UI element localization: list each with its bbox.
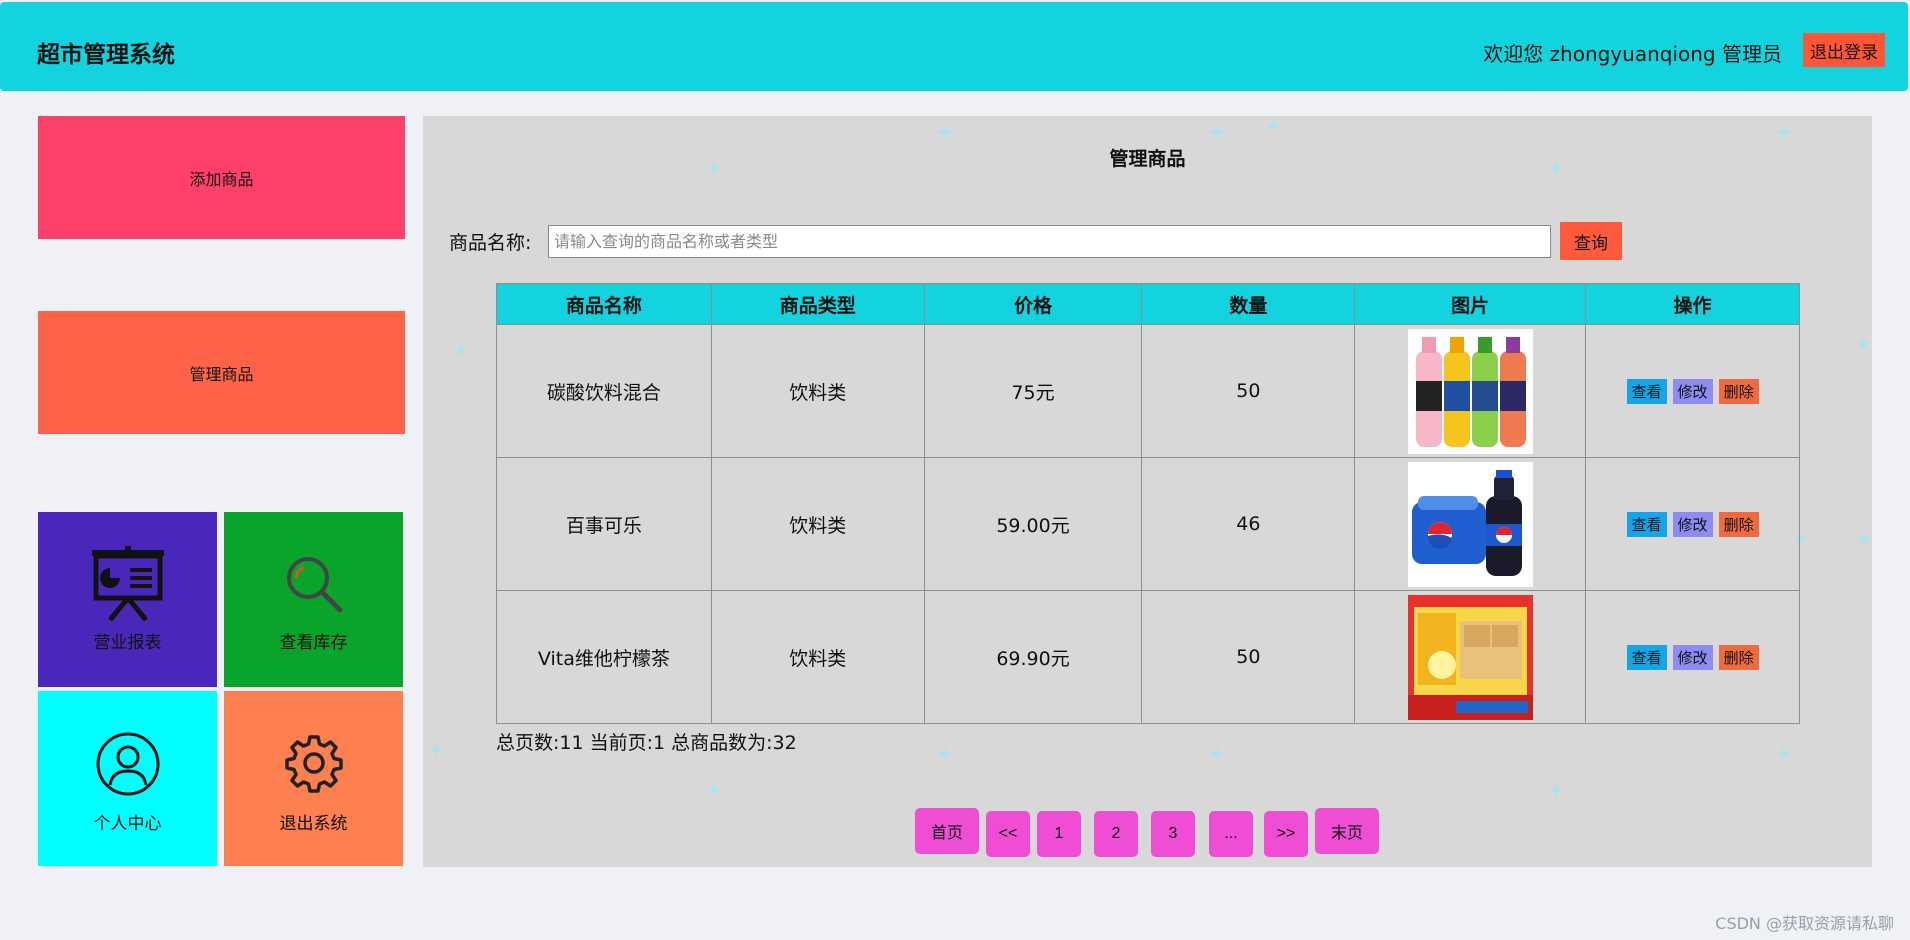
column-header-actions: 操作 (1585, 283, 1800, 325)
view-button[interactable]: 查看 (1626, 644, 1667, 670)
sales-report-label: 营业报表 (93, 633, 162, 653)
user-icon (96, 732, 159, 796)
sparkle-decoration: ✦ (1548, 778, 1565, 802)
edit-button[interactable]: 修改 (1672, 378, 1713, 404)
vita-lemon-tea-image (1407, 594, 1533, 720)
search-label: 商品名称: (449, 232, 532, 254)
juice-bottles-image (1407, 328, 1533, 454)
cell-quantity: 46 (1141, 457, 1356, 591)
personal-center-label: 个人中心 (93, 814, 162, 834)
sparkle-decoration: ✦ (1208, 742, 1225, 766)
main-panel: ✦ ✦ ✦ ✦ ✦ ✦ ✦ ✦ ✦ ✦ ✦ ✦ ✦ ✦ ✦ ✦ 管理商品 商品名… (423, 116, 1872, 867)
edit-button[interactable]: 修改 (1672, 644, 1713, 670)
view-stock-label: 查看库存 (279, 633, 348, 653)
watermark-text: CSDN @获取资源请私聊 (1715, 914, 1894, 933)
cell-quantity: 50 (1141, 324, 1356, 458)
cell-actions: 查看 修改 删除 (1585, 324, 1800, 458)
page-title: 管理商品 (1109, 148, 1186, 170)
add-goods-button[interactable]: 添加商品 (38, 116, 405, 239)
view-stock-tile[interactable]: 查看库存 (224, 512, 403, 687)
cell-actions: 查看 修改 删除 (1585, 590, 1800, 724)
welcome-text: 欢迎您 zhongyuanqiong 管理员 (1483, 42, 1782, 66)
page-3-button[interactable]: 3 (1151, 811, 1195, 857)
sparkle-decoration: ✦ (936, 742, 953, 766)
column-header-type: 商品类型 (710, 283, 925, 325)
magnifier-icon (286, 557, 342, 613)
view-button[interactable]: 查看 (1626, 378, 1667, 404)
column-header-quantity: 数量 (1141, 283, 1356, 325)
cell-name: 百事可乐 (496, 457, 712, 591)
delete-button[interactable]: 删除 (1718, 644, 1759, 670)
sparkle-decoration: ✦ (428, 738, 445, 762)
delete-button[interactable]: 删除 (1718, 511, 1759, 537)
column-header-name: 商品名称 (496, 283, 712, 325)
gear-icon (284, 735, 343, 793)
exit-system-tile[interactable]: 退出系统 (224, 691, 403, 866)
column-header-price: 价格 (923, 283, 1143, 325)
cell-actions: 查看 修改 删除 (1585, 457, 1800, 591)
cell-quantity: 50 (1141, 590, 1356, 724)
cell-name: Vita维他柠檬茶 (496, 590, 712, 724)
cell-type: 饮料类 (710, 590, 925, 724)
page-ellipsis-button[interactable]: ... (1209, 811, 1253, 857)
sparkle-decoration: ✦ (1855, 527, 1872, 551)
top-header: 超市管理系统 欢迎您 zhongyuanqiong 管理员 退出登录 (0, 2, 1908, 91)
cell-price: 69.90元 (923, 590, 1143, 724)
edit-button[interactable]: 修改 (1672, 511, 1713, 537)
sales-report-tile[interactable]: 营业报表 (38, 512, 217, 687)
search-button[interactable]: 查询 (1560, 222, 1622, 260)
sparkle-decoration: ✦ (936, 120, 953, 144)
pepsi-pack-image (1407, 461, 1533, 587)
pagination-summary: 总页数:11 当前页:1 总商品数为:32 (496, 732, 797, 754)
cell-price: 59.00元 (923, 457, 1143, 591)
logout-button[interactable]: 退出登录 (1803, 33, 1885, 67)
table-row: 碳酸饮料混合 饮料类 75元 50 查看 修改 删除 (496, 324, 1800, 458)
cell-type: 饮料类 (710, 324, 925, 458)
personal-center-tile[interactable]: 个人中心 (38, 691, 217, 866)
first-page-button[interactable]: 首页 (915, 808, 979, 854)
sparkle-decoration: ✦ (706, 778, 723, 802)
sparkle-decoration: ✦ (1208, 120, 1225, 144)
page-1-button[interactable]: 1 (1037, 811, 1081, 857)
table-header-row: 商品名称 商品类型 价格 数量 图片 操作 (496, 283, 1800, 325)
page-2-button[interactable]: 2 (1094, 811, 1138, 857)
cell-image (1354, 590, 1587, 724)
delete-button[interactable]: 删除 (1718, 378, 1759, 404)
cell-price: 75元 (923, 324, 1143, 458)
table-row: 百事可乐 饮料类 59.00元 46 查看 修改 删除 (496, 457, 1800, 591)
table-row: Vita维他柠檬茶 饮料类 69.90元 50 查看 修改 删除 (496, 590, 1800, 724)
view-button[interactable]: 查看 (1626, 511, 1667, 537)
sparkle-decoration: ✦ (453, 339, 470, 363)
sparkle-decoration: ✦ (1775, 120, 1792, 144)
presentation-chart-icon (91, 546, 164, 622)
add-goods-label: 添加商品 (189, 169, 254, 189)
cell-type: 饮料类 (710, 457, 925, 591)
column-header-image: 图片 (1354, 283, 1587, 325)
cell-name: 碳酸饮料混合 (496, 324, 712, 458)
sparkle-decoration: ✦ (1855, 332, 1872, 356)
sparkle-decoration: ✦ (1775, 742, 1792, 766)
exit-system-label: 退出系统 (279, 814, 348, 834)
manage-goods-label: 管理商品 (189, 364, 254, 384)
prev-page-button[interactable]: << (986, 811, 1030, 857)
app-title: 超市管理系统 (37, 42, 175, 68)
goods-table: 商品名称 商品类型 价格 数量 图片 操作 碳酸饮料混合 饮料类 75元 50 (496, 283, 1800, 724)
next-page-button[interactable]: >> (1264, 811, 1308, 857)
last-page-button[interactable]: 末页 (1315, 808, 1379, 854)
cell-image (1354, 457, 1587, 591)
manage-goods-button[interactable]: 管理商品 (38, 311, 405, 434)
sparkle-decoration: ✦ (1265, 116, 1282, 138)
search-input[interactable] (548, 225, 1551, 258)
cell-image (1354, 324, 1587, 458)
